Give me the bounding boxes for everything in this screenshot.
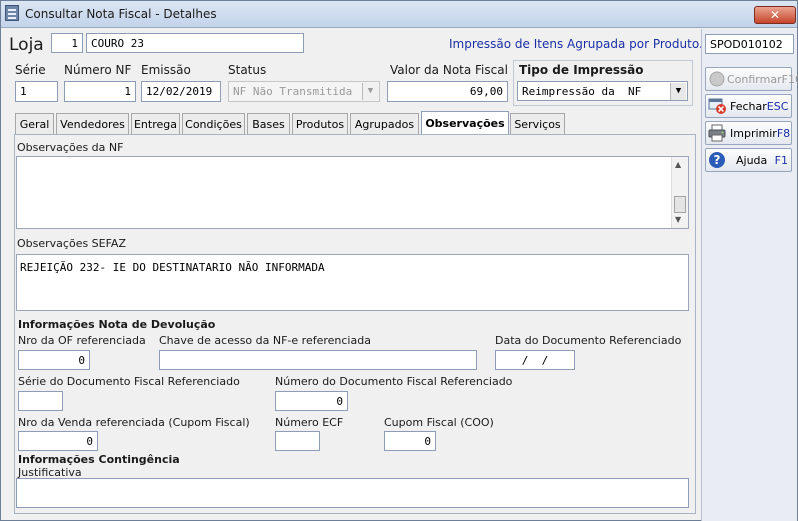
data-doc-field[interactable]: / / [495,350,575,370]
nro-of-field[interactable]: 0 [18,350,90,370]
confirmar-button[interactable]: Confirmar F10 [705,67,798,91]
tab-vendedores[interactable]: Vendedores [56,113,129,134]
serie-label: Série [15,63,46,77]
obs-sefaz-textarea[interactable]: REJEIÇÃO 232- IE DO DESTINATARIO NÃO INF… [16,254,689,311]
scroll-up-icon[interactable]: ▲ [675,160,681,169]
obs-sefaz-text: REJEIÇÃO 232- IE DO DESTINATARIO NÃO INF… [20,261,325,274]
chave-acesso-label: Chave de acesso da NF-e referenciada [159,334,371,347]
justificativa-field[interactable] [16,478,689,508]
confirm-circle-icon [708,70,726,88]
fechar-key: ESC [766,99,789,113]
obs-nf-textarea[interactable]: ▲ ▼ [16,156,689,229]
obs-sefaz-label: Observações SEFAZ [17,237,126,250]
loja-name-field[interactable]: COURO 23 [86,33,304,53]
chave-acesso-field[interactable] [159,350,477,370]
status-value: NF Não Transmitida [233,85,353,98]
numero-ecf-field[interactable] [275,431,320,451]
tab-servicos[interactable]: Serviços [510,113,565,134]
print-type-value: Reimpressão da NF [522,84,642,98]
tab-entrega[interactable]: Entrega [131,113,180,134]
tab-bases[interactable]: Bases [247,113,290,134]
status-label: Status [228,63,267,77]
serie-doc-label: Série do Documento Fiscal Referenciado [18,375,240,388]
emissao-label: Emissão [141,63,191,77]
data-doc-label: Data do Documento Referenciado [495,334,682,347]
devolucao-section-title: Informações Nota de Devolução [18,318,216,331]
obs-nf-scrollbar[interactable]: ▲ ▼ [671,157,688,228]
numero-ecf-label: Número ECF [275,416,344,429]
numero-nf-label: Número NF [64,63,132,77]
window-title: Consultar Nota Fiscal - Detalhes [25,7,217,21]
help-icon: ? [708,151,726,169]
title-bar: Consultar Nota Fiscal - Detalhes ✕ [1,1,797,28]
scroll-thumb[interactable] [674,196,686,213]
print-type-select[interactable]: Reimpressão da NF ▼ [517,81,688,101]
loja-code-field[interactable]: 1 [51,33,83,53]
imprimir-key: F8 [776,126,791,140]
loja-label: Loja [9,35,44,55]
imprimir-button[interactable]: Imprimir F8 [705,121,792,145]
tab-produtos[interactable]: Produtos [292,113,348,134]
cupom-fiscal-label: Cupom Fiscal (COO) [384,416,494,429]
app-icon [5,5,19,21]
valor-nota-label: Valor da Nota Fiscal [390,63,508,77]
numero-doc-label: Número do Documento Fiscal Referenciado [275,375,513,388]
print-grouping-note: Impressão de Itens Agrupada por Produto. [449,37,703,51]
tab-geral[interactable]: Geral [15,113,54,134]
tab-condicoes[interactable]: Condições [182,113,245,134]
print-type-label: Tipo de Impressão [519,63,644,77]
obs-nf-label: Observações da NF [17,141,124,154]
cupom-fiscal-field[interactable]: 0 [384,431,436,451]
close-window-icon [708,97,726,115]
nro-venda-label: Nro da Venda referenciada (Cupom Fiscal) [18,416,250,429]
serie-field[interactable]: 1 [15,81,58,102]
svg-text:?: ? [714,153,721,167]
ajuda-button[interactable]: ? Ajuda F1 [705,148,792,172]
numero-nf-field[interactable]: 1 [64,81,136,102]
nro-of-label: Nro da OF referenciada [18,334,146,347]
printer-icon [708,124,726,142]
main-window: Consultar Nota Fiscal - Detalhes ✕ Loja … [0,0,798,521]
confirmar-label: Confirmar [727,72,782,86]
action-sidebar: SPOD010102 Confirmar F10 Fechar ESC [701,29,798,521]
scroll-down-icon[interactable]: ▼ [675,215,681,224]
chevron-down-icon: ▼ [670,83,686,100]
tab-observacoes[interactable]: Observações [421,111,509,135]
close-window-button[interactable]: ✕ [754,6,796,24]
contingencia-section-title: Informações Contingência [18,453,180,466]
emissao-field[interactable]: 12/02/2019 [141,81,221,102]
fechar-label: Fechar [730,99,767,113]
status-select[interactable]: NF Não Transmitida ▼ [228,81,380,102]
ajuda-key: F1 [774,153,788,167]
imprimir-label: Imprimir [730,126,777,140]
confirmar-key: F10 [781,72,798,86]
tab-agrupados[interactable]: Agrupados [350,113,419,134]
ajuda-label: Ajuda [736,153,768,167]
serie-doc-field[interactable] [18,391,63,411]
valor-nota-field[interactable]: 69,00 [387,81,508,102]
fechar-button[interactable]: Fechar ESC [705,94,792,118]
nro-venda-field[interactable]: 0 [18,431,98,451]
chevron-down-icon: ▼ [362,83,378,100]
numero-doc-field[interactable]: 0 [275,391,348,411]
screen-code-field: SPOD010102 [705,34,794,54]
